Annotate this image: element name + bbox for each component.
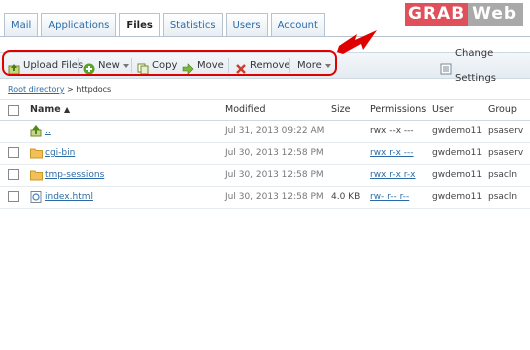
html-file-icon bbox=[30, 191, 42, 206]
file-modified: Jul 31, 2013 09:22 AM bbox=[225, 126, 325, 136]
toolbar-separator bbox=[78, 58, 79, 73]
file-modified: Jul 30, 2013 12:58 PM bbox=[225, 192, 324, 202]
remove-label: Remove bbox=[250, 60, 291, 71]
breadcrumb-separator: > bbox=[67, 85, 74, 94]
change-settings-button[interactable]: Change Settings bbox=[440, 48, 530, 84]
folder-icon bbox=[30, 147, 43, 162]
move-label: Move bbox=[197, 60, 224, 71]
chevron-down-icon bbox=[324, 63, 331, 68]
file-size: 4.0 KB bbox=[331, 192, 361, 202]
file-user: gwdemo11 bbox=[432, 170, 483, 180]
column-header-name[interactable]: Name ▲ bbox=[30, 100, 70, 120]
file-name-link[interactable]: .. bbox=[45, 120, 51, 142]
tab-users[interactable]: Users bbox=[225, 13, 268, 36]
logo-part-2: Web bbox=[468, 3, 523, 26]
remove-x-icon bbox=[235, 60, 247, 74]
row-checkbox[interactable] bbox=[8, 169, 19, 180]
new-label: New bbox=[98, 60, 120, 71]
file-permissions: rwx --x --- bbox=[370, 126, 414, 136]
file-name-link[interactable]: tmp-sessions bbox=[45, 164, 104, 186]
more-label: More bbox=[297, 60, 322, 71]
sort-ascending-icon: ▲ bbox=[64, 105, 71, 114]
file-modified: Jul 30, 2013 12:58 PM bbox=[225, 148, 324, 158]
copy-button[interactable]: Copy bbox=[137, 53, 177, 78]
file-group: psaserv bbox=[488, 148, 524, 158]
file-permissions-link[interactable]: rw- r-- r-- bbox=[370, 186, 409, 208]
breadcrumb: Root directory > httpdocs bbox=[8, 85, 111, 94]
toolbar-separator bbox=[289, 58, 290, 73]
column-header-size[interactable]: Size bbox=[331, 100, 351, 120]
new-button[interactable]: New bbox=[83, 53, 129, 78]
grabweb-logo: GRAB Web bbox=[405, 3, 523, 26]
file-group: psacln bbox=[488, 192, 518, 202]
arrow-right-icon bbox=[182, 60, 194, 75]
file-user: gwdemo11 bbox=[432, 148, 483, 158]
column-header-group[interactable]: Group bbox=[488, 100, 517, 120]
table-row: tmp-sessions Jul 30, 2013 12:58 PM rwx r… bbox=[0, 164, 530, 187]
file-name-link[interactable]: index.html bbox=[45, 186, 93, 208]
tab-mail[interactable]: Mail bbox=[4, 13, 39, 36]
folder-icon bbox=[30, 169, 43, 184]
upload-files-label: Upload Files bbox=[23, 60, 84, 71]
folder-up-icon bbox=[30, 125, 42, 140]
column-header-name-label: Name bbox=[30, 104, 61, 115]
move-button[interactable]: Move bbox=[182, 53, 224, 78]
column-header-modified[interactable]: Modified bbox=[225, 100, 266, 120]
table-row: .. Jul 31, 2013 09:22 AM rwx --x --- gwd… bbox=[0, 120, 530, 143]
row-checkbox[interactable] bbox=[8, 191, 19, 202]
tab-applications[interactable]: Applications bbox=[41, 13, 117, 36]
chevron-down-icon bbox=[122, 63, 129, 68]
file-group: psacln bbox=[488, 170, 518, 180]
table-header: Name ▲ Modified Size Permissions User Gr… bbox=[0, 99, 530, 121]
tab-account[interactable]: Account bbox=[270, 13, 325, 36]
more-button[interactable]: More bbox=[297, 53, 331, 78]
tab-statistics[interactable]: Statistics bbox=[162, 13, 223, 36]
red-arrow-icon bbox=[337, 30, 377, 54]
breadcrumb-current: httpdocs bbox=[76, 85, 112, 94]
column-header-permissions[interactable]: Permissions bbox=[370, 100, 426, 120]
settings-icon bbox=[440, 60, 452, 74]
copy-icon bbox=[137, 60, 149, 74]
upload-files-button[interactable]: Upload Files bbox=[8, 53, 83, 78]
file-toolbar: Upload Files New Copy Move Remove More C… bbox=[0, 48, 530, 84]
tabs: Mail Applications Files Statistics Users… bbox=[4, 13, 328, 37]
toolbar-separator bbox=[228, 58, 229, 73]
file-name-link[interactable]: cgi-bin bbox=[45, 142, 75, 164]
file-group: psaserv bbox=[488, 126, 524, 136]
file-permissions-link[interactable]: rwx r-x r-x bbox=[370, 164, 416, 186]
row-checkbox[interactable] bbox=[8, 147, 19, 158]
upload-icon bbox=[8, 60, 20, 74]
logo-part-1: GRAB bbox=[405, 3, 469, 26]
table-row: cgi-bin Jul 30, 2013 12:58 PM rwx r-x --… bbox=[0, 142, 530, 165]
plus-circle-icon bbox=[83, 60, 95, 74]
copy-label: Copy bbox=[152, 60, 178, 71]
file-permissions-link[interactable]: rwx r-x --- bbox=[370, 142, 414, 164]
select-all-checkbox[interactable] bbox=[8, 105, 19, 116]
tab-divider bbox=[0, 36, 530, 37]
remove-button[interactable]: Remove bbox=[235, 53, 291, 78]
file-user: gwdemo11 bbox=[432, 126, 483, 136]
table-row: index.html Jul 30, 2013 12:58 PM 4.0 KB … bbox=[0, 186, 530, 209]
change-settings-label: Change Settings bbox=[455, 47, 497, 84]
column-header-user[interactable]: User bbox=[432, 100, 454, 120]
breadcrumb-root-link[interactable]: Root directory bbox=[8, 85, 64, 94]
file-user: gwdemo11 bbox=[432, 192, 483, 202]
file-modified: Jul 30, 2013 12:58 PM bbox=[225, 170, 324, 180]
toolbar-separator bbox=[131, 58, 132, 73]
tab-files[interactable]: Files bbox=[119, 13, 160, 37]
